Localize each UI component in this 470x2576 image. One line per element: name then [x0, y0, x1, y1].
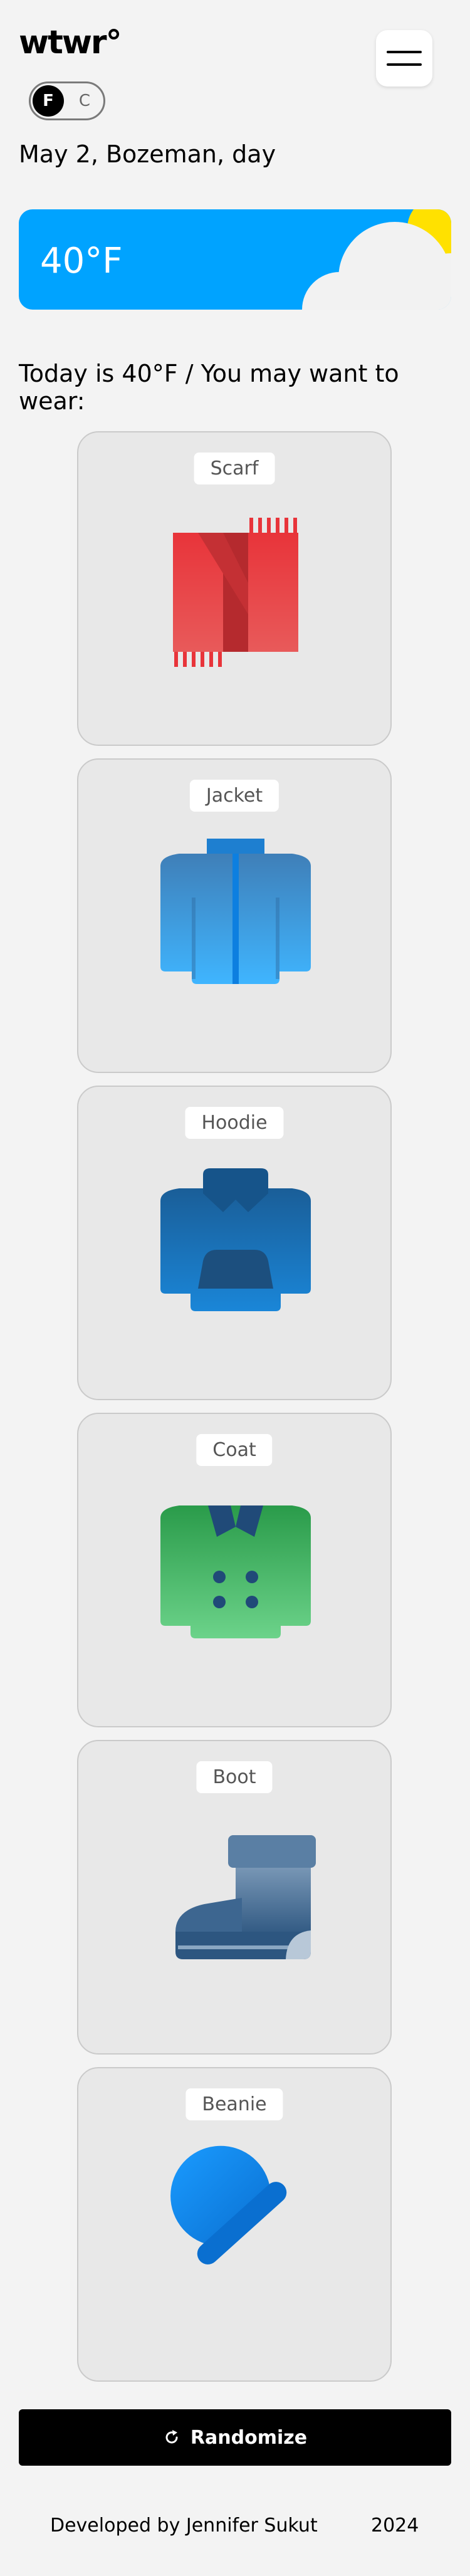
footer-year: 2024: [371, 2515, 419, 2537]
footer-developer: Developed by Jennifer Sukut: [50, 2515, 318, 2537]
toggle-option-f[interactable]: F: [31, 83, 66, 118]
menu-line-top: [387, 51, 422, 53]
temperature-unit-toggle[interactable]: F C: [29, 81, 105, 120]
randomize-label: Randomize: [190, 2426, 308, 2449]
boot-icon: [175, 1835, 316, 1959]
clothing-card-scarf[interactable]: Scarf: [77, 431, 392, 746]
date-location: May 2, Bozeman, day: [19, 140, 276, 168]
beanie-icon: [170, 2145, 287, 2264]
menu-button[interactable]: [376, 30, 432, 86]
clothing-card-coat[interactable]: Coat: [77, 1413, 392, 1727]
jacket-icon: [160, 839, 311, 984]
clothing-card-jacket[interactable]: Jacket: [77, 758, 392, 1073]
scarf-icon: [173, 518, 298, 667]
refresh-icon: [165, 2430, 178, 2444]
coat-icon: [160, 1505, 311, 1638]
toggle-option-c[interactable]: C: [67, 83, 102, 118]
card-label: Scarf: [194, 453, 275, 484]
randomize-button[interactable]: Randomize: [19, 2409, 451, 2466]
clothing-card-beanie[interactable]: Beanie: [77, 2067, 392, 2382]
card-label: Jacket: [189, 780, 279, 812]
clothing-card-hoodie[interactable]: Hoodie: [77, 1086, 392, 1400]
clothing-card-boot[interactable]: Boot: [77, 1740, 392, 2055]
weather-card: 40°F: [19, 209, 451, 310]
card-label: Beanie: [185, 2088, 283, 2120]
app-logo[interactable]: wtwr°: [19, 26, 122, 59]
wear-heading: Today is 40°F / You may want to wear:: [19, 360, 399, 415]
card-label: Boot: [196, 1761, 273, 1793]
weather-temperature: 40°F: [40, 241, 123, 281]
menu-line-bottom: [387, 63, 422, 66]
card-label: Hoodie: [185, 1107, 284, 1139]
hoodie-icon: [160, 1168, 311, 1311]
card-label: Coat: [196, 1434, 273, 1466]
